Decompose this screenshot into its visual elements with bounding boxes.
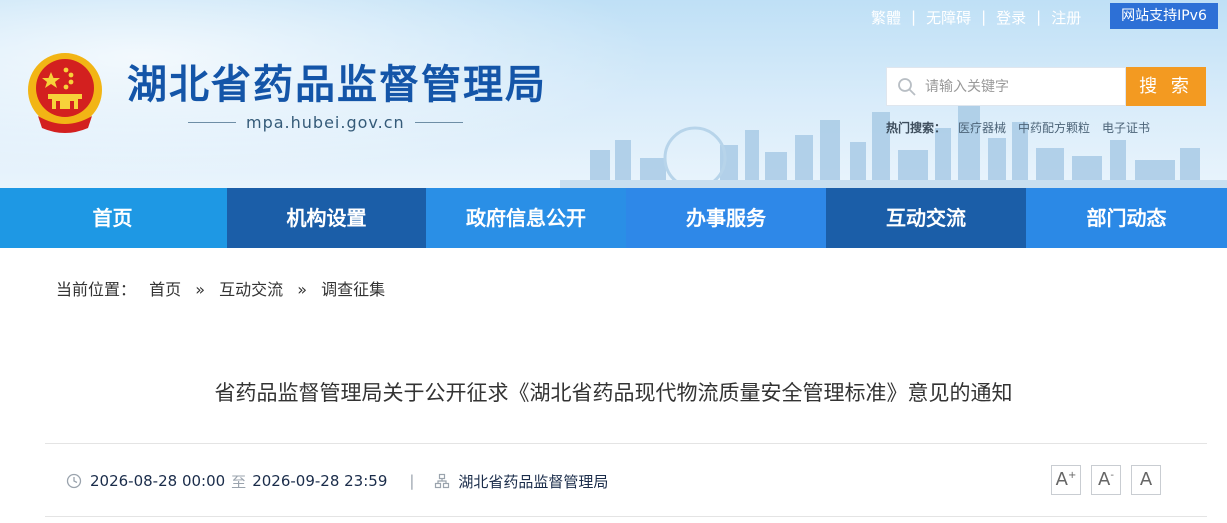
breadcrumb-separator: » — [195, 280, 206, 299]
toplink-accessibility[interactable]: 无障碍 — [926, 7, 971, 28]
search-input[interactable] — [925, 70, 1121, 103]
hot-term-medical-devices[interactable]: 医疗器械 — [958, 121, 1006, 135]
search-button[interactable]: 搜 索 — [1126, 67, 1206, 106]
divider-line — [45, 516, 1207, 517]
toplink-login[interactable]: 登录 — [996, 7, 1026, 28]
font-size-reset-button[interactable]: A — [1131, 465, 1161, 495]
page: 湖北省药品监督管理局 mpa.hubei.gov.cn 繁體 | 无障碍 | 登… — [0, 0, 1227, 523]
header-banner: 湖北省药品监督管理局 mpa.hubei.gov.cn 繁體 | 无障碍 | 登… — [0, 0, 1227, 188]
national-emblem-icon — [28, 53, 102, 133]
breadcrumb-home[interactable]: 首页 — [149, 280, 181, 299]
hot-search: 热门搜索： 医疗器械 中药配方颗粒 电子证书 — [886, 119, 1150, 136]
top-links: 繁體 | 无障碍 | 登录 | 注册 — [871, 6, 1081, 28]
nav-organization[interactable]: 机构设置 — [227, 188, 426, 248]
main-nav: 首页 机构设置 政府信息公开 办事服务 互动交流 部门动态 — [0, 188, 1227, 248]
ipv6-badge: 网站支持IPv6 — [1110, 3, 1218, 29]
date-range-separator: 至 — [231, 472, 247, 491]
nav-news[interactable]: 部门动态 — [1026, 188, 1227, 248]
font-size-decrease-label: A — [1098, 469, 1111, 490]
toplink-traditional[interactable]: 繁體 — [871, 7, 901, 28]
divider-line — [45, 443, 1207, 444]
breadcrumb-interaction[interactable]: 互动交流 — [219, 280, 283, 299]
end-time: 2026-09-28 23:59 — [252, 472, 388, 490]
separator: | — [911, 8, 917, 26]
article-meta: 2026-08-28 00:00 至 2026-09-28 23:59 | 湖北… — [66, 470, 608, 492]
divider-line — [188, 121, 236, 123]
nav-services[interactable]: 办事服务 — [626, 188, 826, 248]
separator: | — [1036, 8, 1042, 26]
font-size-increase-button[interactable]: A+ — [1051, 465, 1081, 495]
font-size-decrease-button[interactable]: A- — [1091, 465, 1121, 495]
breadcrumb-label: 当前位置： — [56, 280, 137, 299]
toplink-register[interactable]: 注册 — [1051, 7, 1081, 28]
site-title: 湖北省药品监督管理局 — [127, 62, 547, 108]
breadcrumb-survey[interactable]: 调查征集 — [321, 280, 385, 299]
clock-icon — [66, 473, 82, 489]
hot-search-label: 热门搜索： — [886, 121, 947, 135]
font-size-reset-label: A — [1139, 469, 1153, 490]
font-size-increase-label: A — [1055, 469, 1068, 490]
breadcrumb: 当前位置： 首页 » 互动交流 » 调查征集 — [56, 276, 385, 300]
organization-icon — [435, 473, 450, 489]
city-skyline-illustration — [560, 100, 1227, 188]
divider-line — [414, 121, 463, 123]
nav-gov-info[interactable]: 政府信息公开 — [426, 188, 626, 248]
search-icon — [898, 78, 916, 96]
start-time: 2026-08-28 00:00 — [90, 472, 226, 490]
nav-home-label: 首页 — [92, 206, 133, 230]
separator: | — [409, 472, 415, 490]
hot-term-e-certificate[interactable]: 电子证书 — [1102, 121, 1150, 135]
search-box — [886, 67, 1126, 106]
nav-interaction[interactable]: 互动交流 — [826, 188, 1026, 248]
hot-term-tcm-granules[interactable]: 中药配方颗粒 — [1018, 121, 1090, 135]
site-domain: mpa.hubei.gov.cn — [246, 112, 405, 132]
site-domain-row: mpa.hubei.gov.cn — [188, 110, 463, 134]
separator: | — [981, 8, 987, 26]
publisher: 湖北省药品监督管理局 — [458, 472, 609, 491]
nav-home[interactable]: 首页 — [0, 188, 227, 248]
article-title: 省药品监督管理局关于公开征求《湖北省药品现代物流质量安全管理标准》意见的通知 — [214, 381, 1013, 405]
breadcrumb-separator: » — [297, 280, 308, 299]
